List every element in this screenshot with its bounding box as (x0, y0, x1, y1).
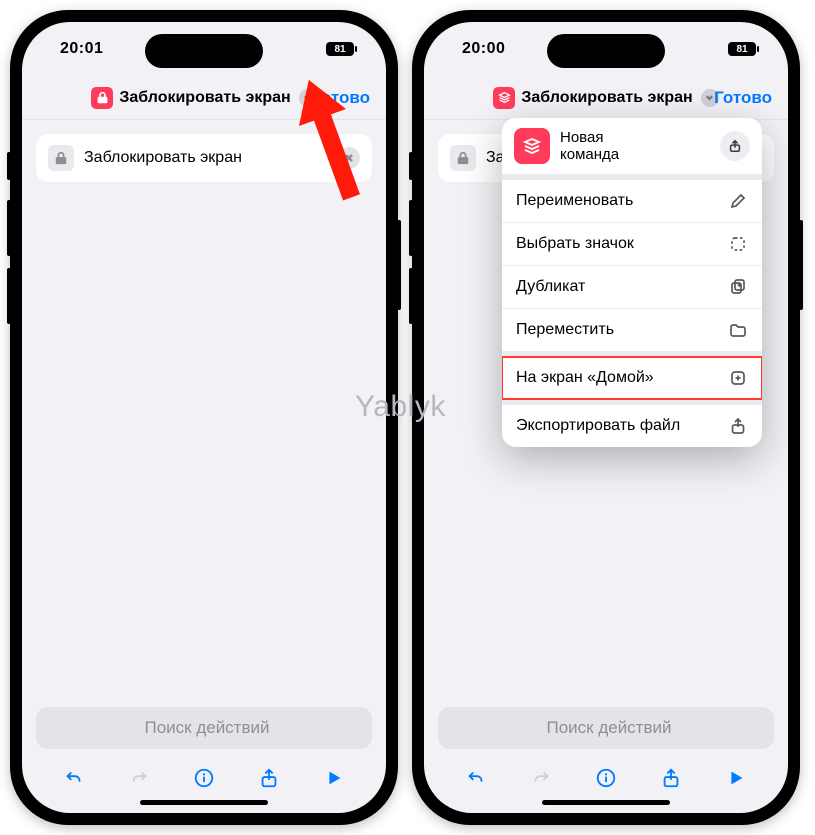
nav-bar: Заблокировать экран Готово (22, 76, 386, 120)
menu-choose-icon[interactable]: Выбрать значок (502, 222, 762, 265)
nav-title: Заблокировать экран (119, 89, 290, 107)
nav-title: Заблокировать экран (521, 89, 692, 107)
battery-indicator: 81 (326, 42, 354, 56)
home-indicator (542, 800, 670, 805)
toolbar (438, 753, 774, 803)
dynamic-island (547, 34, 665, 68)
menu-label: Экспортировать файл (516, 417, 680, 435)
undo-button[interactable] (456, 767, 496, 789)
menu-add-to-home[interactable]: На экран «Домой» (502, 357, 762, 399)
redo-button[interactable] (119, 767, 159, 789)
run-button[interactable] (716, 767, 756, 789)
nav-bar: Заблокировать экран Готово (424, 76, 788, 120)
dashed-square-icon (728, 235, 748, 253)
search-placeholder: Поиск действий (144, 718, 269, 738)
info-button[interactable] (586, 767, 626, 789)
menu-label: Дубликат (516, 278, 585, 296)
action-card[interactable]: Заблокировать экран (36, 134, 372, 182)
menu-label: Переименовать (516, 192, 633, 210)
battery-indicator: 81 (728, 42, 756, 56)
action-card-label: Заблокировать экран (84, 149, 242, 167)
search-placeholder: Поиск действий (546, 718, 671, 738)
shortcut-app-icon (514, 128, 550, 164)
folder-icon (728, 321, 748, 339)
phone-left: 20:01 81 Заблокировать экран (10, 10, 398, 825)
dropdown-share-button[interactable] (720, 131, 750, 161)
share-button[interactable] (249, 767, 289, 789)
menu-export-file[interactable]: Экспортировать файл (502, 405, 762, 447)
pencil-icon (728, 192, 748, 210)
search-actions-button[interactable]: Поиск действий (438, 707, 774, 749)
share-button[interactable] (651, 767, 691, 789)
shortcut-icon (91, 87, 113, 109)
dynamic-island (145, 34, 263, 68)
menu-duplicate[interactable]: Дубликат (502, 265, 762, 308)
menu-label: Выбрать значок (516, 235, 634, 253)
add-square-icon (728, 369, 748, 387)
redo-button[interactable] (521, 767, 561, 789)
status-time: 20:01 (60, 40, 103, 58)
done-button[interactable]: Готово (312, 88, 370, 108)
dropdown-title: Новая команда (560, 129, 619, 164)
lock-icon (450, 145, 476, 171)
remove-action-button[interactable] (338, 147, 360, 169)
duplicate-icon (728, 278, 748, 296)
home-indicator (140, 800, 268, 805)
status-time: 20:00 (462, 40, 505, 58)
lock-icon (48, 145, 74, 171)
menu-label: На экран «Домой» (516, 369, 654, 387)
menu-move[interactable]: Переместить (502, 308, 762, 351)
done-button[interactable]: Готово (714, 88, 772, 108)
run-button[interactable] (314, 767, 354, 789)
title-dropdown-menu: Новая команда Переименовать Выбрать знач… (502, 118, 762, 447)
toolbar (36, 753, 372, 803)
menu-label: Переместить (516, 321, 614, 339)
share-icon (728, 417, 748, 435)
menu-rename[interactable]: Переименовать (502, 180, 762, 222)
shortcut-icon (493, 87, 515, 109)
search-actions-button[interactable]: Поиск действий (36, 707, 372, 749)
info-button[interactable] (184, 767, 224, 789)
undo-button[interactable] (54, 767, 94, 789)
dropdown-header: Новая команда (502, 118, 762, 180)
phone-right: 20:00 81 Заблокировать экран (412, 10, 800, 825)
